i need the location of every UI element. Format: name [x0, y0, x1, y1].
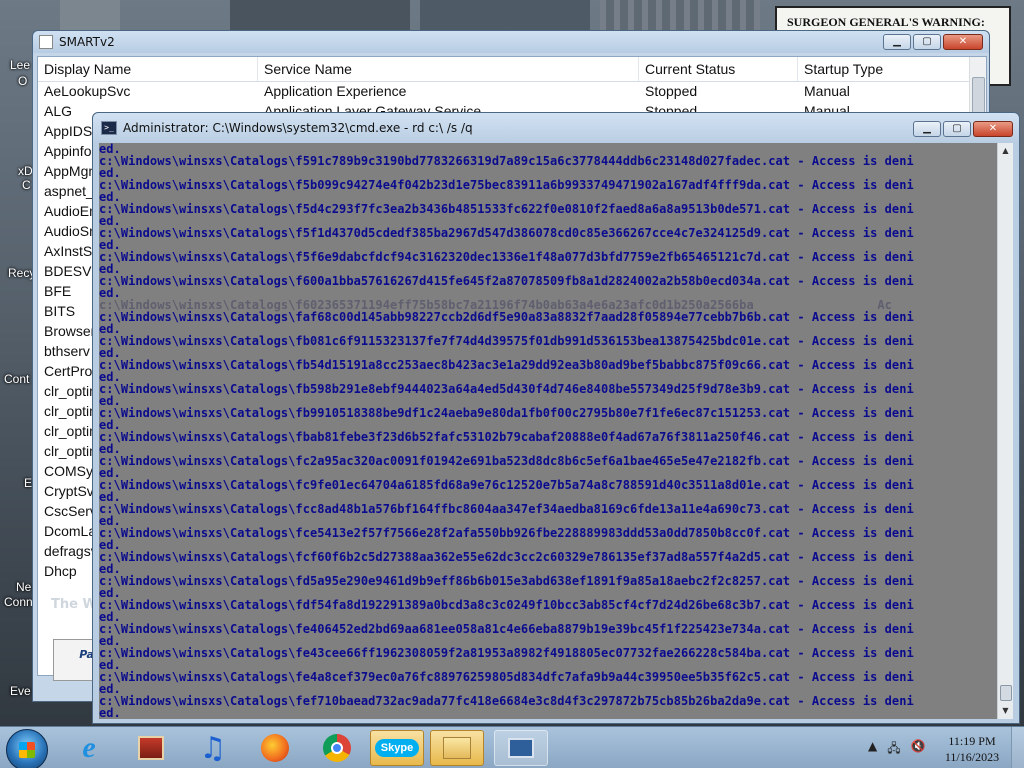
- desktop-icon-label[interactable]: O: [18, 74, 27, 88]
- table-row[interactable]: AeLookupSvc Application Experience Stopped…: [38, 82, 986, 102]
- console-line: c:\Windows\winsxs\Catalogs\fe43cee66ff19…: [99, 646, 914, 660]
- console-line: c:\Windows\winsxs\Catalogs\fe406452ed2bd…: [99, 622, 914, 636]
- startup-type-cell: Manual: [804, 83, 850, 99]
- scroll-up-arrow[interactable]: ▲: [998, 143, 1013, 159]
- chrome-icon: [323, 734, 351, 762]
- taskbar-itunes[interactable]: ♫: [186, 730, 240, 766]
- show-desktop-button[interactable]: [1011, 727, 1024, 768]
- console-scrollbar[interactable]: ▲ ▼: [997, 143, 1013, 719]
- start-button[interactable]: [6, 729, 48, 768]
- taskbar-internet-explorer[interactable]: e: [62, 730, 116, 766]
- close-button[interactable]: ✕: [943, 34, 983, 50]
- box-icon: [138, 736, 164, 760]
- background-building: [420, 0, 590, 30]
- console-line: ed.: [99, 706, 121, 719]
- taskbar: e ♫ Skype ▲ 🖧 🔇 11:19 PM 11/16/2023: [0, 726, 1024, 768]
- taskbar-skype[interactable]: Skype: [370, 730, 424, 766]
- status-cell: Stopped: [645, 83, 698, 99]
- console-line: c:\Windows\winsxs\Catalogs\fdf54fa8d1922…: [99, 598, 914, 612]
- folder-icon: [443, 737, 471, 759]
- cmd-window: >_ Administrator: C:\Windows\system32\cm…: [92, 112, 1020, 724]
- list-header: Display Name Service Name Current Status…: [38, 57, 986, 82]
- display-name-cell: AeLookupSvc: [44, 83, 131, 99]
- console-line: c:\Windows\winsxs\Catalogs\fbab81febe3f2…: [99, 430, 914, 444]
- window-title: Administrator: C:\Windows\system32\cmd.e…: [123, 121, 473, 135]
- column-header-display-name[interactable]: Display Name: [38, 57, 258, 81]
- taskbar-chrome[interactable]: [310, 730, 364, 766]
- console-line: c:\Windows\winsxs\Catalogs\f600a1bba5761…: [99, 274, 914, 288]
- minimize-button[interactable]: ▁: [883, 34, 911, 50]
- console-line: c:\Windows\winsxs\Catalogs\fb598b291e8eb…: [99, 382, 914, 396]
- system-tray: ▲ 🖧 🔇: [868, 739, 926, 760]
- service-name-cell: Application Experience: [264, 83, 407, 99]
- background-building: [230, 0, 410, 30]
- clock[interactable]: 11:19 PM 11/16/2023: [936, 733, 1008, 765]
- taskbar-explorer[interactable]: [430, 730, 484, 766]
- desktop-icon-label[interactable]: Conn: [4, 595, 33, 609]
- watermark-text: The W: [51, 597, 97, 612]
- console-line: c:\Windows\winsxs\Catalogs\fc9fe01ec6470…: [99, 478, 914, 492]
- window-controls: ▁ ▢ ✕: [913, 121, 1013, 137]
- window-title: SMARTv2: [59, 35, 115, 49]
- cmd-titlebar[interactable]: >_ Administrator: C:\Windows\system32\cm…: [93, 113, 1019, 143]
- column-header-startup-type[interactable]: Startup Type: [798, 57, 972, 81]
- skype-icon: Skype: [374, 739, 420, 757]
- console-line: c:\Windows\winsxs\Catalogs\faf68c00d145a…: [99, 310, 914, 324]
- window-controls: ▁ ▢ ✕: [883, 34, 983, 50]
- show-hidden-icons-icon[interactable]: ▲: [868, 739, 877, 760]
- console-line: c:\Windows\winsxs\Catalogs\fce5413e2f57f…: [99, 526, 914, 540]
- taskbar-firefox[interactable]: [248, 730, 302, 766]
- desktop-icon-label[interactable]: Lee: [10, 58, 30, 72]
- column-header-current-status[interactable]: Current Status: [639, 57, 798, 81]
- desktop-icon-label[interactable]: Ne: [16, 580, 31, 594]
- desktop-icon-label[interactable]: C: [22, 178, 31, 192]
- console-line: c:\Windows\winsxs\Catalogs\fc2a95ac320ac…: [99, 454, 914, 468]
- firefox-icon: [261, 734, 289, 762]
- clock-time: 11:19 PM: [948, 734, 996, 748]
- console-line: c:\Windows\winsxs\Catalogs\f5d4c293f7fc3…: [99, 202, 914, 216]
- console-line: c:\Windows\winsxs\Catalogs\fcf60f6b2c5d2…: [99, 550, 914, 564]
- console-line: c:\Windows\winsxs\Catalogs\fef710baead73…: [99, 694, 914, 708]
- app-icon: [39, 35, 53, 49]
- clock-date: 11/16/2023: [944, 750, 1000, 764]
- console-line: c:\Windows\winsxs\Catalogs\fd5a95e290e94…: [99, 574, 914, 588]
- console-line: c:\Windows\winsxs\Catalogs\f5f6e9dabcfdc…: [99, 250, 914, 264]
- console-line: c:\Windows\winsxs\Catalogs\fb081c6f91153…: [99, 334, 914, 348]
- console-line: c:\Windows\winsxs\Catalogs\fcc8ad48b1a57…: [99, 502, 914, 516]
- maximize-button[interactable]: ▢: [943, 121, 971, 137]
- background-building: [600, 0, 760, 30]
- desktop-icon-label[interactable]: E: [24, 476, 32, 490]
- music-note-icon: ♫: [199, 730, 227, 766]
- ie-icon: e: [82, 731, 96, 764]
- cmd-icon: >_: [101, 121, 117, 135]
- scroll-down-arrow[interactable]: ▼: [998, 703, 1013, 719]
- console-line: c:\Windows\winsxs\Catalogs\fb54d15191a8c…: [99, 358, 914, 372]
- maximize-button[interactable]: ▢: [913, 34, 941, 50]
- console-line: c:\Windows\winsxs\Catalogs\f5b099c94274e…: [99, 178, 914, 192]
- volume-muted-icon[interactable]: 🔇: [911, 739, 926, 760]
- console-line: c:\Windows\winsxs\Catalogs\f5f1d4370d5cd…: [99, 226, 914, 240]
- background-building: [60, 0, 120, 30]
- desktop-icon-label[interactable]: Cont: [4, 372, 29, 386]
- console-line: c:\Windows\winsxs\Catalogs\fe4a8cef379ec…: [99, 670, 914, 684]
- desktop: SURGEON GENERAL'S WARNING: Smoking ... D…: [0, 0, 1024, 768]
- console-output[interactable]: ed. c:\Windows\winsxs\Catalogs\f591c789b9…: [99, 143, 997, 719]
- column-header-service-name[interactable]: Service Name: [258, 57, 639, 81]
- desktop-icon-label[interactable]: xD: [18, 164, 33, 178]
- computer-icon: [508, 738, 534, 758]
- console-line: c:\Windows\winsxs\Catalogs\fb9910518388b…: [99, 406, 914, 420]
- minimize-button[interactable]: ▁: [913, 121, 941, 137]
- network-icon[interactable]: 🖧: [887, 739, 900, 760]
- console-line: c:\Windows\winsxs\Catalogs\f602365371194…: [99, 298, 892, 312]
- close-button[interactable]: ✕: [973, 121, 1013, 137]
- taskbar-cmd[interactable]: [494, 730, 548, 766]
- smartv2-titlebar[interactable]: SMARTv2: [33, 31, 989, 53]
- desktop-icon-label[interactable]: Eve: [10, 684, 31, 698]
- scroll-thumb[interactable]: [1000, 685, 1012, 701]
- taskbar-archive[interactable]: [124, 730, 178, 766]
- console-line: c:\Windows\winsxs\Catalogs\f591c789b9c31…: [99, 154, 914, 168]
